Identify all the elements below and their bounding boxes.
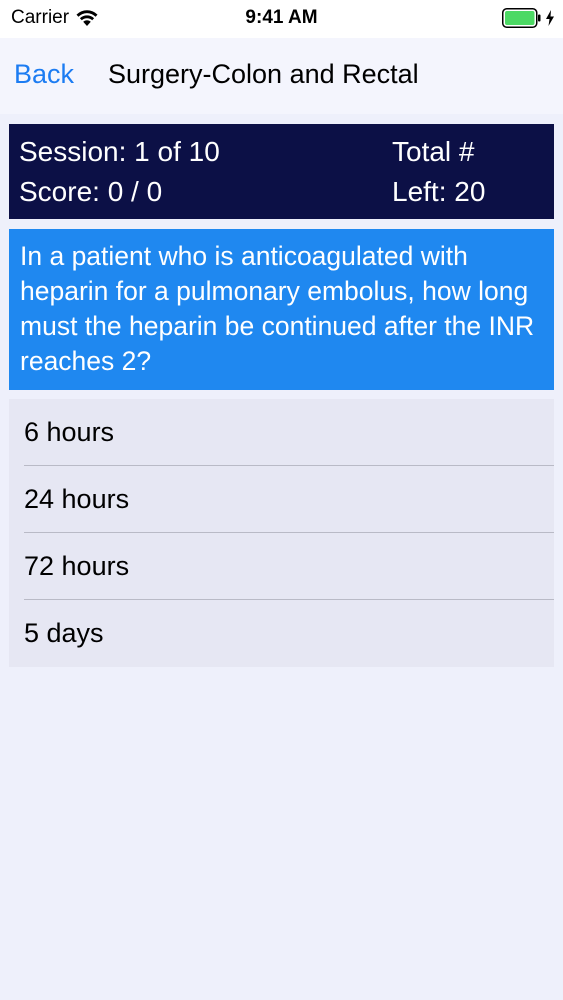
answer-list: 6 hours 24 hours 72 hours 5 days: [9, 399, 554, 667]
status-bar: Carrier 9:41 AM: [0, 0, 563, 38]
question-text: In a patient who is anticoagulated with …: [9, 229, 554, 390]
score-label: Score: 0 / 0: [19, 176, 163, 207]
remaining-count: Left: 20: [392, 176, 486, 207]
charging-bolt-icon: [546, 10, 554, 26]
session-info-panel: Session: 1 of 10 Score: 0 / 0 Total # Le…: [9, 124, 554, 219]
page-title: Surgery-Colon and Rectal: [108, 59, 419, 89]
total-label: Total #: [392, 136, 475, 167]
answer-option[interactable]: 6 hours: [9, 399, 554, 466]
navigation-bar: Back Surgery-Colon and Rectal: [0, 38, 563, 114]
session-progress: Session: 1 of 10: [19, 136, 220, 167]
battery-indicator: [502, 8, 555, 28]
battery-icon: [502, 8, 541, 28]
back-button[interactable]: Back: [14, 59, 74, 90]
answer-option[interactable]: 72 hours: [9, 533, 554, 600]
answer-option[interactable]: 24 hours: [9, 466, 554, 533]
clock: 9:41 AM: [245, 7, 318, 28]
answer-option[interactable]: 5 days: [9, 600, 554, 667]
